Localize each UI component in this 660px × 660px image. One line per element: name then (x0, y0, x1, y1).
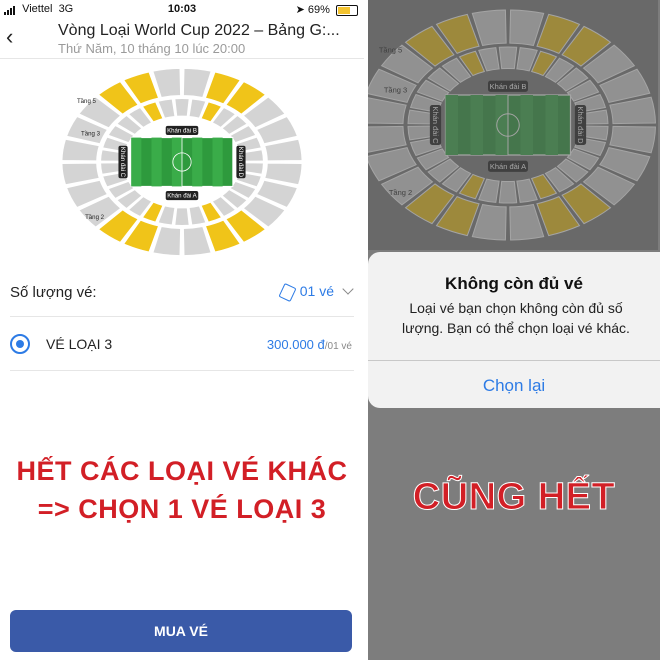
quantity-label: Số lượng vé: (10, 284, 97, 301)
battery-icon (336, 4, 358, 16)
tier-label: Tầng 3 (81, 131, 101, 138)
battery-info: ➤ 69% (296, 3, 358, 16)
outer-section[interactable] (183, 68, 212, 98)
location-icon: ➤ (295, 4, 305, 16)
outer-section[interactable] (152, 226, 181, 256)
buy-ticket-button[interactable]: MUA VÉ (10, 610, 352, 652)
inner-section[interactable] (174, 98, 190, 117)
right-screenshot: Khán đài AKhán đài BKhán đài CKhán đài D… (368, 0, 660, 660)
ticket-option[interactable]: VÉ LOẠI 3 300.000 đ/01 vé (10, 318, 354, 371)
battery-percent: 69% (307, 4, 330, 16)
back-button[interactable]: ‹ (6, 26, 13, 48)
svg-text:Khán đài C: Khán đài C (119, 147, 126, 178)
annotation-caption-left: HẾT CÁC LOẠI VÉ KHÁC => CHỌN 1 VÉ LOẠI 3 (0, 452, 364, 528)
svg-text:Khán đài A: Khán đài A (167, 193, 197, 200)
stand-label: Khán đài B (165, 125, 199, 136)
pitch-stripe (171, 137, 182, 187)
dialog-title: Không còn đủ vé (445, 274, 583, 293)
price-value: 300.000 đ (266, 337, 325, 352)
dialog-message: Loại vé bạn chọn không còn đủ số lượng. … (402, 300, 630, 336)
quantity-selector[interactable]: 01 vé (278, 282, 354, 302)
alert-dialog: Không còn đủ vé Loại vé bạn chọn không c… (368, 252, 660, 408)
outer-section[interactable] (183, 226, 212, 256)
pitch-stripe (192, 137, 203, 187)
stadium-map-dimmed: Khán đài AKhán đài BKhán đài CKhán đài D… (368, 0, 658, 255)
inner-section[interactable] (174, 207, 190, 226)
quantity-value: 01 vé (299, 283, 334, 299)
stand-label: Khán đài C (118, 145, 128, 179)
stadium-map[interactable]: Khán đài A Khán đài B Khán đài C Khán đài D… (60, 60, 304, 269)
radio-selected[interactable] (10, 334, 30, 354)
caption-line-2: => CHỌN 1 VÉ LOẠI 3 (37, 494, 327, 524)
tier-label: Tầng 2 (85, 214, 105, 221)
status-bar: Viettel 3G 10:03 ➤ 69% (0, 0, 364, 18)
ticket-icon (278, 282, 297, 302)
chevron-left-icon: ‹ (6, 24, 14, 49)
chevron-down-icon (342, 283, 354, 295)
quantity-row[interactable]: Số lượng vé: 01 vé (10, 268, 354, 317)
event-title: Vòng Loại World Cup 2022 – Bảng G:... (58, 22, 340, 39)
tier-label: Tầng 5 (77, 98, 97, 105)
dialog-separator (368, 360, 660, 361)
outer-section[interactable] (152, 68, 181, 98)
caption-line-1: HẾT CÁC LOẠI VÉ KHÁC (16, 456, 348, 486)
ticket-type-name: VÉ LOẠI 3 (46, 336, 113, 352)
svg-text:Khán đài D: Khán đài D (237, 147, 244, 178)
dim-overlay (368, 0, 658, 250)
ticket-price: 300.000 đ/01 vé (267, 337, 352, 352)
left-screenshot: Viettel 3G 10:03 ➤ 69% ‹ Vòng Loại World… (0, 0, 364, 660)
event-header: ‹ Vòng Loại World Cup 2022 – Bảng G:... … (0, 18, 364, 59)
pitch-stripe (131, 137, 142, 187)
price-unit: /01 vé (324, 341, 352, 352)
choose-again-button[interactable]: Chọn lại (368, 366, 660, 406)
stand-label: Khán đài A (165, 190, 199, 201)
pitch-stripe (212, 137, 223, 187)
stand-label: Khán đài D (236, 145, 246, 179)
svg-text:Khán đài B: Khán đài B (167, 128, 197, 135)
event-datetime: Thứ Năm, 10 tháng 10 lúc 20:00 (58, 41, 246, 56)
annotation-caption-right: CŨNG HẾT (412, 476, 616, 519)
pitch-stripe (151, 137, 162, 187)
